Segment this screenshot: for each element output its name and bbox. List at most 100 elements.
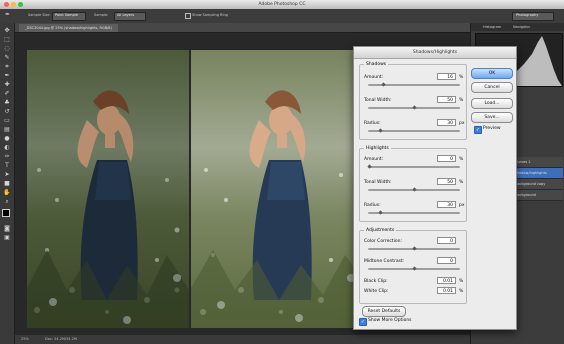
- preview-checkbox[interactable]: ✓: [474, 126, 482, 134]
- ok-button[interactable]: OK: [471, 68, 513, 79]
- highlights-amount-slider[interactable]: [367, 164, 460, 169]
- midtone-contrast-label: Midtone Contrast:: [364, 259, 405, 264]
- shadows-tonal-unit: %: [459, 98, 464, 103]
- show-ring-checkbox[interactable]: [185, 13, 191, 19]
- gradient-tool-icon[interactable]: ▤: [3, 126, 11, 133]
- zoom-tool-icon[interactable]: ⌕: [3, 198, 11, 205]
- options-bar: ✒ Sample Size: Point Sample Sample: All …: [0, 9, 564, 24]
- black-clip-unit: %: [459, 279, 464, 284]
- adjustments-group: Adjustments Color Correction: 0 Midtone …: [359, 228, 467, 304]
- shadows-highlights-dialog: Shadows/Highlights Shadows Amount: 16 % …: [353, 46, 517, 330]
- foreground-color-swatch[interactable]: [2, 209, 10, 217]
- reset-defaults-button[interactable]: Reset Defaults: [362, 306, 406, 317]
- histogram-panel-tabs: Histogram Navigator: [471, 23, 564, 31]
- healing-tool-icon[interactable]: ✚: [3, 81, 11, 88]
- highlights-radius-unit: px: [459, 203, 465, 208]
- shadows-amount-unit: %: [459, 75, 464, 80]
- black-clip-label: Black Clip:: [364, 279, 388, 284]
- history-brush-icon[interactable]: ↺: [3, 108, 11, 115]
- eyedropper-tool-icon[interactable]: ✒: [3, 72, 11, 79]
- blur-tool-icon[interactable]: ●: [3, 135, 11, 142]
- white-clip-label: White Clip:: [364, 289, 389, 294]
- tab-navigator[interactable]: Navigator: [513, 25, 530, 29]
- shadows-radius-field[interactable]: 30: [437, 119, 456, 126]
- quick-mask-icon[interactable]: ◙: [3, 225, 11, 232]
- crop-tool-icon[interactable]: ⌗: [3, 63, 11, 70]
- shadows-amount-field[interactable]: 16: [437, 73, 456, 80]
- slider-knob[interactable]: [411, 105, 417, 110]
- shadows-tonal-slider[interactable]: [368, 105, 460, 110]
- hand-tool-icon[interactable]: ✋: [3, 189, 11, 196]
- shadows-group: Shadows Amount: 16 % Tonal Width: 50 % R…: [359, 62, 467, 140]
- app-title: Adobe Photoshop CC: [258, 2, 306, 7]
- highlights-amount-label: Amount:: [364, 157, 384, 162]
- highlights-amount-field[interactable]: 0: [437, 155, 456, 162]
- path-select-icon[interactable]: ➤: [3, 171, 11, 178]
- photo-before: [27, 50, 189, 328]
- show-ring-label: Show Sampling Ring: [192, 13, 228, 17]
- highlights-tonal-label: Tonal Width:: [364, 180, 392, 185]
- lasso-tool-icon[interactable]: ◌: [3, 45, 11, 52]
- tab-histogram[interactable]: Histogram: [483, 25, 501, 29]
- dodge-tool-icon[interactable]: ◐: [3, 144, 11, 151]
- color-correction-field[interactable]: 0: [437, 237, 456, 244]
- highlights-radius-label: Radius:: [364, 203, 381, 208]
- shadows-radius-unit: px: [459, 121, 465, 126]
- color-correction-slider[interactable]: [368, 246, 460, 251]
- highlights-tonal-slider[interactable]: [368, 187, 460, 192]
- doc-size: Doc: 34.2M/34.2M: [45, 337, 77, 341]
- eyedropper-icon[interactable]: ✒: [5, 11, 10, 18]
- shadows-amount-label: Amount:: [364, 75, 384, 80]
- show-more-options-checkbox[interactable]: ✓: [359, 318, 367, 326]
- zoom-level[interactable]: 25%: [21, 335, 29, 344]
- shadows-radius-slider[interactable]: [368, 128, 460, 133]
- eraser-tool-icon[interactable]: ▭: [3, 117, 11, 124]
- highlights-tonal-unit: %: [459, 180, 464, 185]
- tools-panel: ✥ ⬚ ◌ ✎ ⌗ ✒ ✚ ✐ ♣ ↺ ▭ ▤ ● ◐ ✑ T ➤ ■ ✋ ⌕ …: [0, 23, 15, 344]
- midtone-contrast-field[interactable]: 0: [437, 257, 456, 264]
- white-clip-unit: %: [459, 289, 464, 294]
- highlights-radius-field[interactable]: 30: [437, 201, 456, 208]
- highlights-group-label: Highlights: [364, 146, 391, 151]
- show-more-options-label: Show More Options: [368, 318, 412, 323]
- slider-knob[interactable]: [378, 128, 383, 133]
- shadows-tonal-field[interactable]: 50: [437, 96, 456, 103]
- color-correction-label: Color Correction:: [364, 239, 402, 244]
- move-tool-icon[interactable]: ✥: [3, 27, 11, 34]
- black-clip-field[interactable]: 0.01: [437, 277, 456, 284]
- screen-mode-icon[interactable]: ▣: [3, 234, 11, 241]
- dialog-title: Shadows/Highlights: [354, 47, 516, 59]
- highlights-group: Highlights Amount: 0 % Tonal Width: 50 %…: [359, 146, 467, 222]
- stamp-tool-icon[interactable]: ♣: [3, 99, 11, 106]
- document-tab-bar: _DSC3044.jpg @ 25% (shadow/highlights, R…: [15, 23, 470, 33]
- slider-knob[interactable]: [411, 187, 417, 192]
- photo-after: [191, 50, 371, 328]
- shadows-amount-slider[interactable]: [368, 82, 460, 87]
- slider-knob[interactable]: [411, 246, 417, 251]
- highlights-radius-slider[interactable]: [368, 210, 460, 215]
- sample-layers-value: All Layers: [117, 13, 135, 17]
- save-button[interactable]: Save...: [471, 112, 513, 123]
- slider-knob[interactable]: [411, 266, 417, 271]
- load-button[interactable]: Load...: [471, 98, 513, 109]
- slider-knob[interactable]: [378, 210, 383, 215]
- workspace-value: Photography: [516, 13, 539, 17]
- document-tab[interactable]: _DSC3044.jpg @ 25% (shadow/highlights, R…: [19, 24, 118, 32]
- sample-label: Sample:: [94, 13, 109, 17]
- quick-select-icon[interactable]: ✎: [3, 54, 11, 61]
- marquee-tool-icon[interactable]: ⬚: [3, 36, 11, 43]
- brush-tool-icon[interactable]: ✐: [3, 90, 11, 97]
- sample-size-label: Sample Size:: [28, 13, 51, 17]
- highlights-tonal-field[interactable]: 50: [437, 178, 456, 185]
- type-tool-icon[interactable]: T: [3, 162, 11, 169]
- shape-tool-icon[interactable]: ■: [3, 180, 11, 187]
- white-clip-field[interactable]: 0.01: [437, 287, 456, 294]
- cancel-button[interactable]: Cancel: [471, 82, 513, 93]
- adjustments-group-label: Adjustments: [364, 228, 397, 233]
- pen-tool-icon[interactable]: ✑: [3, 153, 11, 160]
- slider-knob[interactable]: [367, 164, 372, 169]
- slider-knob[interactable]: [381, 82, 386, 87]
- shadows-radius-label: Radius:: [364, 121, 381, 126]
- shadows-tonal-label: Tonal Width:: [364, 98, 392, 103]
- midtone-contrast-slider[interactable]: [368, 266, 460, 271]
